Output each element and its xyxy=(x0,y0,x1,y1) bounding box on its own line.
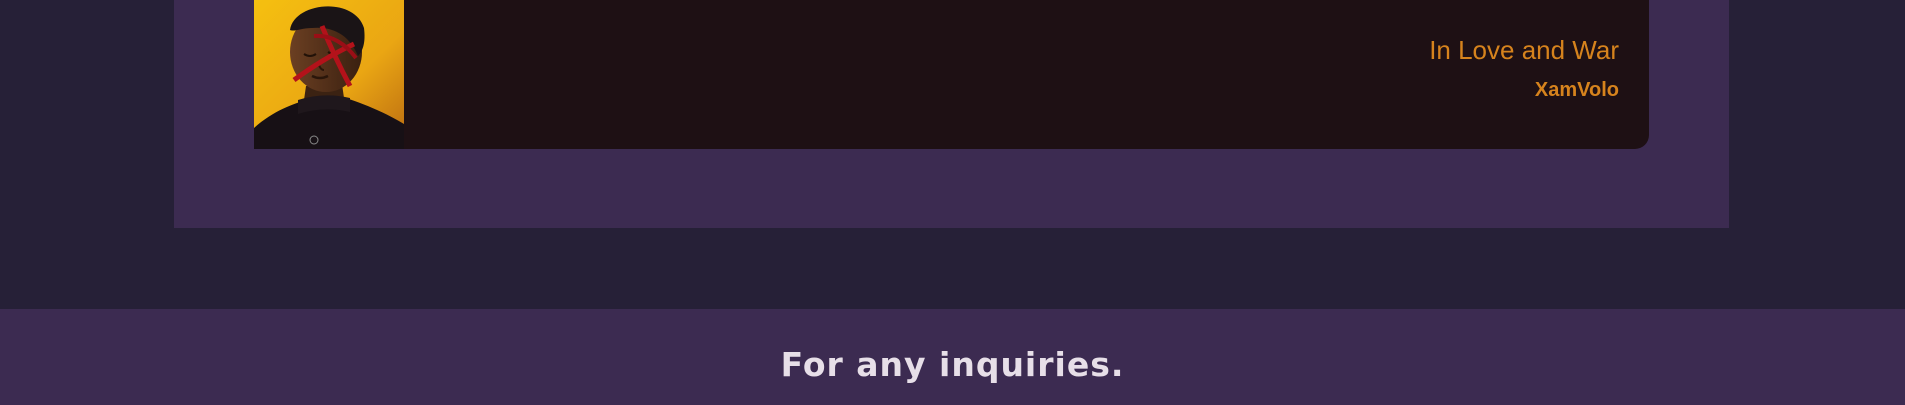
album-title[interactable]: In Love and War xyxy=(1429,34,1619,66)
page: In Love and War XamVolo For any inquirie… xyxy=(0,0,1905,405)
footer-heading: For any inquiries. xyxy=(780,345,1125,384)
footer: For any inquiries. xyxy=(0,309,1905,405)
album-artist[interactable]: XamVolo xyxy=(1429,78,1619,102)
album-info: In Love and War XamVolo xyxy=(1429,0,1619,102)
album-cover-image[interactable] xyxy=(254,0,404,149)
album-card[interactable]: In Love and War XamVolo xyxy=(254,0,1649,149)
